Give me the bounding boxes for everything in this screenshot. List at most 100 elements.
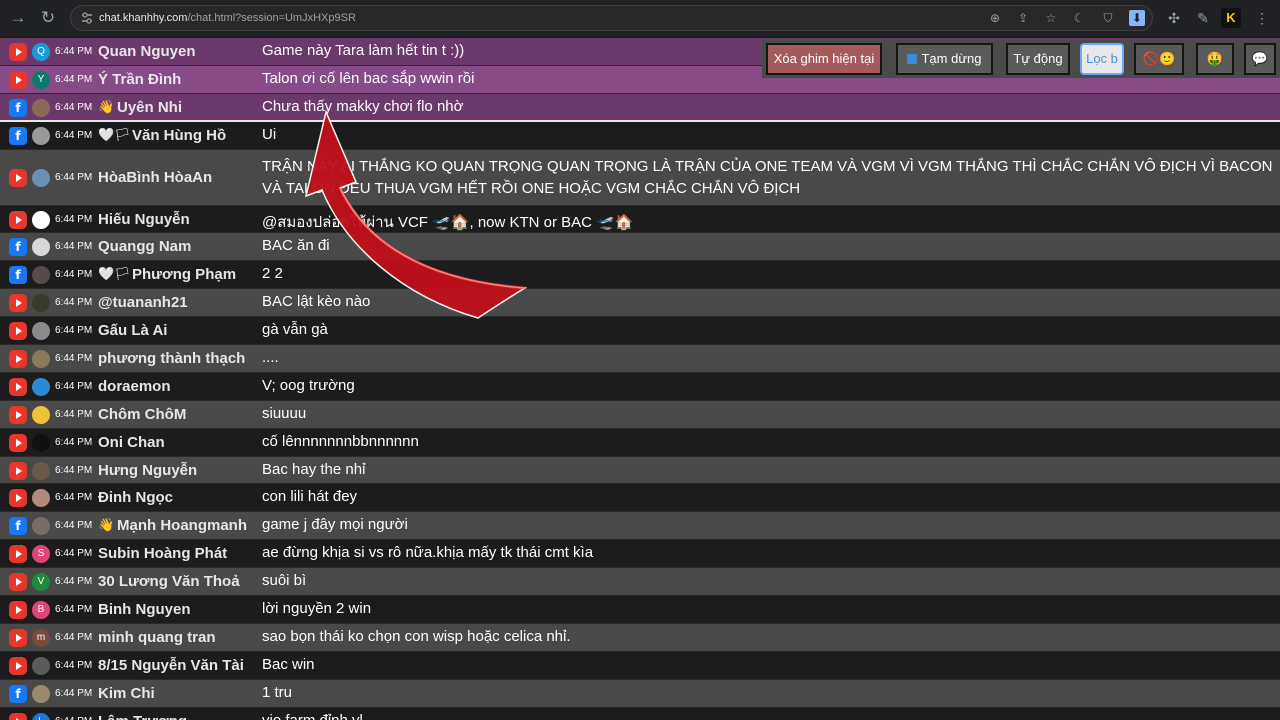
chat-row[interactable]: 6:44 PM doraemon V; oog trường [0, 372, 1280, 401]
chat-row[interactable]: m 6:44 PM minh quang tran sao bọn thái ko c… [0, 623, 1280, 652]
no-emoji-button[interactable]: 🚫🙂 [1134, 43, 1184, 75]
author-name[interactable]: Oni Chan [98, 434, 165, 451]
share-icon[interactable]: ⇪ [1015, 10, 1031, 26]
message-text: @สมองปล่อยให้ผ่าน VCF 🛫🏠, now KTN or BAC… [262, 213, 634, 231]
chat-list[interactable]: Q 6:44 PM Quan Nguyen Game này Tara làm hết… [0, 38, 1280, 720]
author-name[interactable]: Ý Trần Đình [98, 71, 181, 88]
youtube-icon [9, 573, 27, 592]
facebook-icon: f [9, 266, 27, 285]
chat-row[interactable]: f 6:44 PM 👋 Mạnh Hoangmanh game j đây mọi ng… [0, 512, 1280, 541]
author-name[interactable]: minh quang tran [98, 629, 216, 646]
chat-bubble-button[interactable]: 💬 [1244, 43, 1276, 75]
avatar [32, 238, 50, 257]
author-name[interactable]: Đinh Ngọc [98, 489, 173, 506]
chat-row[interactable]: f 6:44 PM 👋 Uyên Nhi Chưa thấy makky chơi fl… [0, 93, 1280, 122]
menu-icon[interactable]: ⋮ [1252, 8, 1272, 28]
chat-row[interactable]: 6:44 PM Đinh Ngọc con lili hát đey [0, 484, 1280, 513]
message-text: 1 tru [262, 683, 293, 701]
chat-row[interactable]: 6:44 PM phương thành thạch.... [0, 345, 1280, 373]
edit-icon[interactable]: ✎ [1193, 8, 1213, 28]
facebook-icon: f [9, 126, 27, 145]
site-settings-icon[interactable] [80, 11, 94, 25]
clear-pinned-button[interactable]: Xóa ghim hiện tại [766, 43, 882, 75]
avatar: Q [32, 43, 50, 61]
author-name[interactable]: 8/15 Nguyễn Văn Tài [98, 657, 244, 674]
author-name[interactable]: Văn Hùng Hồ [132, 127, 226, 144]
url-text[interactable]: chat.khanhhy.com/chat.html?session=UmJxH… [99, 12, 356, 24]
author-name[interactable]: Quangg Nam [98, 238, 191, 255]
author-name[interactable]: Phương Phạm [132, 266, 236, 283]
author-name[interactable]: Kim Chi [98, 685, 155, 702]
author-name[interactable]: Uyên Nhi [117, 99, 182, 116]
author-name[interactable]: Hiếu Nguyễn [98, 211, 190, 228]
chat-row[interactable]: 6:44 PM Hưng Nguyễn Bac hay the nhỉ [0, 456, 1280, 485]
zoom-icon[interactable]: ⊕ [987, 10, 1003, 26]
chat-row[interactable]: 6:44 PM Gấu Là Ai gà vẫn gà [0, 317, 1280, 346]
avatar [32, 210, 50, 229]
author-name[interactable]: Quan Nguyen [98, 43, 196, 60]
youtube-icon [9, 294, 27, 313]
puzzle-icon[interactable]: ✣ [1164, 8, 1184, 28]
author-name[interactable]: Chôm ChôM [98, 406, 186, 423]
timestamp: 6:44 PM [55, 659, 93, 671]
chat-row[interactable]: V 6:44 PM 30 Lương Văn Thoả suôi bì [0, 568, 1280, 597]
timestamp: 6:44 PM [55, 46, 93, 57]
message-text: cố lênnnnnnnbbnnnnnn [262, 432, 419, 450]
chat-row[interactable]: 6:44 PM Hiếu Nguyễn @สมองปล่อยให้ผ่าน VCF … [0, 205, 1280, 234]
timestamp: 6:44 PM [55, 241, 93, 253]
avatar [32, 405, 50, 424]
browser-toolbar: → ↻ chat.khanhhy.com/chat.html?session=U… [0, 0, 1280, 36]
chat-row[interactable]: 6:44 PM @tuananh21 BAC lật kèo nào [0, 289, 1280, 318]
chat-row[interactable]: B 6:44 PM Binh Nguyen lời nguyền 2 win [0, 596, 1280, 624]
chat-row[interactable]: f 6:44 PM 🤍🏳 Phương Phạm 2 2 [0, 261, 1280, 290]
author-name[interactable]: Lâm Trương [98, 713, 187, 720]
pause-button[interactable]: Tạm dừng [896, 43, 993, 75]
chat-row[interactable]: 6:44 PM Chôm ChôM siuuuu [0, 400, 1280, 429]
chat-row[interactable]: 6:44 PM HòaBình HòaAn TRẬN NÀY AI THẮNG KO… [0, 149, 1280, 206]
chat-row[interactable]: 6:44 PM 8/15 Nguyễn Văn Tài Bac win [0, 651, 1280, 680]
author-name[interactable]: Gấu Là Ai [98, 322, 167, 339]
shield-icon[interactable]: ⛉ [1100, 10, 1116, 26]
chat-row[interactable]: 6:44 PM Oni Chan cố lênnnnnnnbbnnnnnn [0, 428, 1280, 457]
chat-row[interactable]: L 6:44 PM Lâm Trương vio farm đỉnh vl [0, 707, 1280, 720]
chat-row[interactable]: S 6:44 PM Subin Hoàng Phát ae đừng khịa si … [0, 540, 1280, 569]
author-name[interactable]: 30 Lương Văn Thoả [98, 573, 240, 590]
message-text: lời nguyền 2 win [262, 600, 372, 618]
timestamp: 6:44 PM [55, 548, 93, 560]
timestamp: 6:44 PM [55, 129, 93, 141]
star-icon[interactable]: ☆ [1043, 10, 1059, 26]
message-text: Bac win [262, 655, 315, 673]
chat-row[interactable]: f 6:44 PM Kim Chi 1 tru [0, 679, 1280, 708]
avatar [32, 266, 50, 285]
author-name[interactable]: @tuananh21 [98, 294, 188, 311]
chat-row[interactable]: f 6:44 PM Quangg Nam BAC ăn đi [0, 233, 1280, 262]
author-name[interactable]: Mạnh Hoangmanh [117, 517, 247, 534]
auto-button[interactable]: Tự động [1006, 43, 1070, 75]
author-name[interactable]: HòaBình HòaAn [98, 169, 212, 186]
author-name[interactable]: Binh Nguyen [98, 601, 191, 618]
message-text: Chưa thấy makky chơi flo nhờ [262, 97, 464, 115]
filter-button[interactable]: Lọc b [1080, 43, 1124, 75]
moon-icon[interactable]: ☾ [1071, 10, 1087, 26]
k-extension-icon[interactable]: K [1221, 8, 1241, 28]
url-host: chat.khanhhy.com [99, 12, 188, 24]
money-face-button[interactable]: 🤑 [1196, 43, 1234, 75]
chat-row[interactable]: f 6:44 PM 🤍🏳 Văn Hùng Hồ Ui [0, 121, 1280, 150]
author-name[interactable]: Hưng Nguyễn [98, 462, 197, 479]
avatar: B [32, 601, 50, 620]
message-text: vio farm đỉnh vl [262, 712, 363, 720]
arrow-right-icon[interactable]: → [8, 8, 28, 28]
avatar [32, 684, 50, 703]
author-name[interactable]: Subin Hoàng Phát [98, 545, 227, 562]
author-name[interactable]: phương thành thạch [98, 350, 245, 367]
reload-icon[interactable]: ↻ [38, 8, 58, 28]
timestamp: 6:44 PM [55, 687, 93, 699]
author-name[interactable]: doraemon [98, 378, 171, 395]
avatar [32, 461, 50, 480]
user-badge-icons: 🤍🏳 [98, 266, 131, 282]
avatar: L [32, 712, 50, 720]
pause-label: Tạm dừng [921, 51, 982, 66]
address-bar[interactable]: chat.khanhhy.com/chat.html?session=UmJxH… [70, 5, 1153, 31]
download-icon[interactable]: ⬇ [1129, 10, 1145, 26]
youtube-icon [9, 70, 27, 89]
